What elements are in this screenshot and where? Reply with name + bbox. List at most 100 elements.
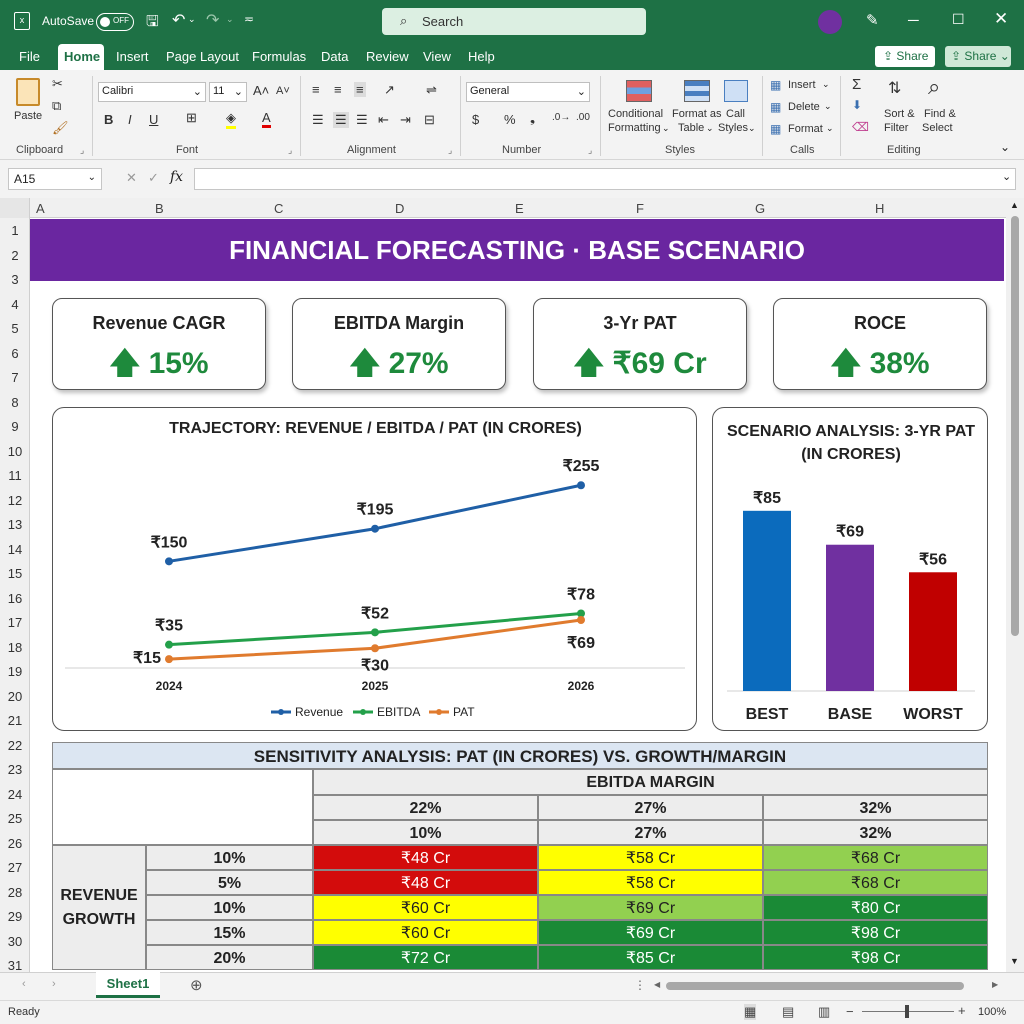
margin-header-cell[interactable]: 27% — [538, 795, 763, 820]
font-size-select[interactable]: 11 ⌄ — [209, 82, 247, 102]
align-right-icon[interactable]: ☰ — [356, 112, 368, 128]
paste-icon[interactable] — [16, 78, 40, 106]
more-icon[interactable]: ⋮ — [634, 978, 646, 992]
increase-indent-icon[interactable]: ⇥ — [400, 112, 411, 128]
comma-style-icon[interactable]: ❟ — [530, 110, 535, 126]
column-header-e[interactable]: E — [515, 201, 524, 216]
sensitivity-cell[interactable]: ₹48 Cr — [313, 870, 538, 895]
scroll-thumb[interactable] — [1011, 216, 1019, 636]
zoom-out-icon[interactable]: − — [846, 1004, 854, 1019]
row-header-24[interactable]: 24 — [0, 787, 30, 802]
sensitivity-cell[interactable]: ₹60 Cr — [313, 920, 538, 945]
growth-row-header[interactable]: 5% — [146, 870, 313, 895]
font-color-icon[interactable]: A — [262, 110, 271, 128]
zoom-slider-thumb[interactable] — [905, 1005, 909, 1018]
maximize-icon[interactable]: ☐ — [952, 11, 965, 28]
increase-decimal-icon[interactable]: .0→ — [552, 112, 570, 123]
tab-help[interactable]: Help — [468, 49, 495, 64]
avatar[interactable] — [818, 10, 842, 34]
scroll-up-icon[interactable]: ▲ — [1010, 200, 1019, 210]
row-header-15[interactable]: 15 — [0, 566, 30, 581]
font-name-select[interactable]: Calibri ⌄ — [98, 82, 206, 102]
row-header-8[interactable]: 8 — [0, 395, 30, 410]
sensitivity-cell[interactable]: ₹58 Cr — [538, 845, 763, 870]
insert-cells-label[interactable]: Insert — [788, 79, 816, 91]
share-button[interactable]: ⇪ Share — [875, 46, 935, 67]
margin-header-cell[interactable]: 10% — [313, 820, 538, 845]
conditional-formatting-label-1[interactable]: Conditional — [608, 108, 663, 120]
cell-styles-label-1[interactable]: Call — [726, 108, 745, 120]
sensitivity-cell[interactable]: ₹85 Cr — [538, 945, 763, 970]
margin-header-cell[interactable]: 32% — [763, 820, 988, 845]
row-header-13[interactable]: 13 — [0, 517, 30, 532]
row-header-14[interactable]: 14 — [0, 542, 30, 557]
select-all-corner[interactable] — [0, 198, 30, 218]
autosum-icon[interactable]: Σ — [852, 76, 861, 93]
vertical-scrollbar[interactable]: ▲ ▼ — [1006, 198, 1024, 972]
undo-dropdown-icon[interactable]: ⌄ — [188, 14, 196, 25]
margin-header-cell[interactable]: 22% — [313, 795, 538, 820]
cell-styles-label-2[interactable]: Styles — [718, 122, 748, 134]
delete-cells-label[interactable]: Delete — [788, 101, 820, 113]
decrease-font-icon[interactable]: A˅ — [276, 85, 290, 97]
row-header-30[interactable]: 30 — [0, 934, 30, 949]
name-box[interactable]: A15 ⌄ — [8, 168, 102, 190]
search-box[interactable]: ⌕ Search — [382, 8, 646, 35]
dialog-launcher-icon[interactable]: ⌟ — [448, 145, 452, 156]
table-corner-cell[interactable] — [52, 769, 313, 845]
row-header-27[interactable]: 27 — [0, 860, 30, 875]
sensitivity-cell[interactable]: ₹98 Cr — [763, 945, 988, 970]
insert-cells-icon[interactable]: ▦ — [770, 78, 781, 92]
row-header-25[interactable]: 25 — [0, 811, 30, 826]
revenue-growth-header[interactable]: REVENUE GROWTH — [52, 845, 146, 970]
page-break-view-icon[interactable]: ▥ — [818, 1004, 830, 1020]
add-sheet-icon[interactable]: ⊕ — [190, 976, 203, 994]
align-middle-icon[interactable]: ≡ — [334, 82, 342, 97]
column-header-d[interactable]: D — [395, 201, 404, 216]
row-header-5[interactable]: 5 — [0, 321, 30, 336]
underline-icon[interactable]: U — [149, 112, 158, 127]
sensitivity-cell[interactable]: ₹68 Cr — [763, 845, 988, 870]
row-header-11[interactable]: 11 — [0, 468, 30, 483]
decrease-indent-icon[interactable]: ⇤ — [378, 112, 389, 128]
currency-icon[interactable]: $ — [472, 112, 479, 127]
save-icon[interactable]: 🖫 — [146, 11, 159, 36]
redo-icon[interactable]: ↷ — [206, 10, 219, 30]
column-header-f[interactable]: F — [636, 201, 644, 216]
row-header-19[interactable]: 19 — [0, 664, 30, 679]
conditional-formatting-icon[interactable] — [626, 80, 652, 102]
merge-center-icon[interactable]: ⊟ — [424, 112, 435, 128]
sensitivity-cell[interactable]: ₹72 Cr — [313, 945, 538, 970]
scenario-chart[interactable]: SCENARIO ANALYSIS: 3-YR PAT (IN CRORES) … — [712, 407, 988, 731]
column-header-g[interactable]: G — [755, 201, 765, 216]
align-left-icon[interactable]: ☰ — [312, 112, 324, 128]
align-center-icon[interactable]: ☰ — [333, 112, 349, 128]
row-header-16[interactable]: 16 — [0, 591, 30, 606]
delete-cells-icon[interactable]: ▦ — [770, 100, 781, 114]
zoom-in-icon[interactable]: + — [958, 1003, 966, 1018]
undo-icon[interactable]: ↶ — [172, 10, 185, 30]
row-header-2[interactable]: 2 — [0, 248, 30, 263]
growth-row-header[interactable]: 20% — [146, 945, 313, 970]
growth-row-header[interactable]: 10% — [146, 845, 313, 870]
redo-dropdown-icon[interactable]: ⌄ — [226, 14, 234, 25]
tab-review[interactable]: Review — [366, 49, 409, 64]
cell-styles-icon[interactable] — [724, 80, 748, 102]
wrap-text-icon[interactable]: ⇌ — [426, 82, 437, 98]
row-header-1[interactable]: 1 — [0, 223, 30, 238]
ebitda-margin-header[interactable]: EBITDA MARGIN — [313, 769, 988, 795]
column-header-h[interactable]: H — [875, 201, 884, 216]
format-as-table-label-1[interactable]: Format as — [672, 108, 722, 120]
row-header-3[interactable]: 3 — [0, 272, 30, 287]
column-header-c[interactable]: C — [274, 201, 283, 216]
format-as-table-icon[interactable] — [684, 80, 710, 102]
sensitivity-cell[interactable]: ₹68 Cr — [763, 870, 988, 895]
find-select-label-2[interactable]: Select — [922, 122, 953, 134]
sensitivity-cell[interactable]: ₹80 Cr — [763, 895, 988, 920]
cut-icon[interactable]: ✂ — [52, 76, 63, 92]
growth-row-header[interactable]: 10% — [146, 895, 313, 920]
format-painter-icon[interactable]: 🖌 — [52, 120, 69, 136]
conditional-formatting-label-2[interactable]: Formatting — [608, 122, 661, 134]
collapse-ribbon-icon[interactable]: ⌄ — [1000, 140, 1010, 154]
sheet-tab[interactable]: Sheet1 — [96, 972, 160, 998]
